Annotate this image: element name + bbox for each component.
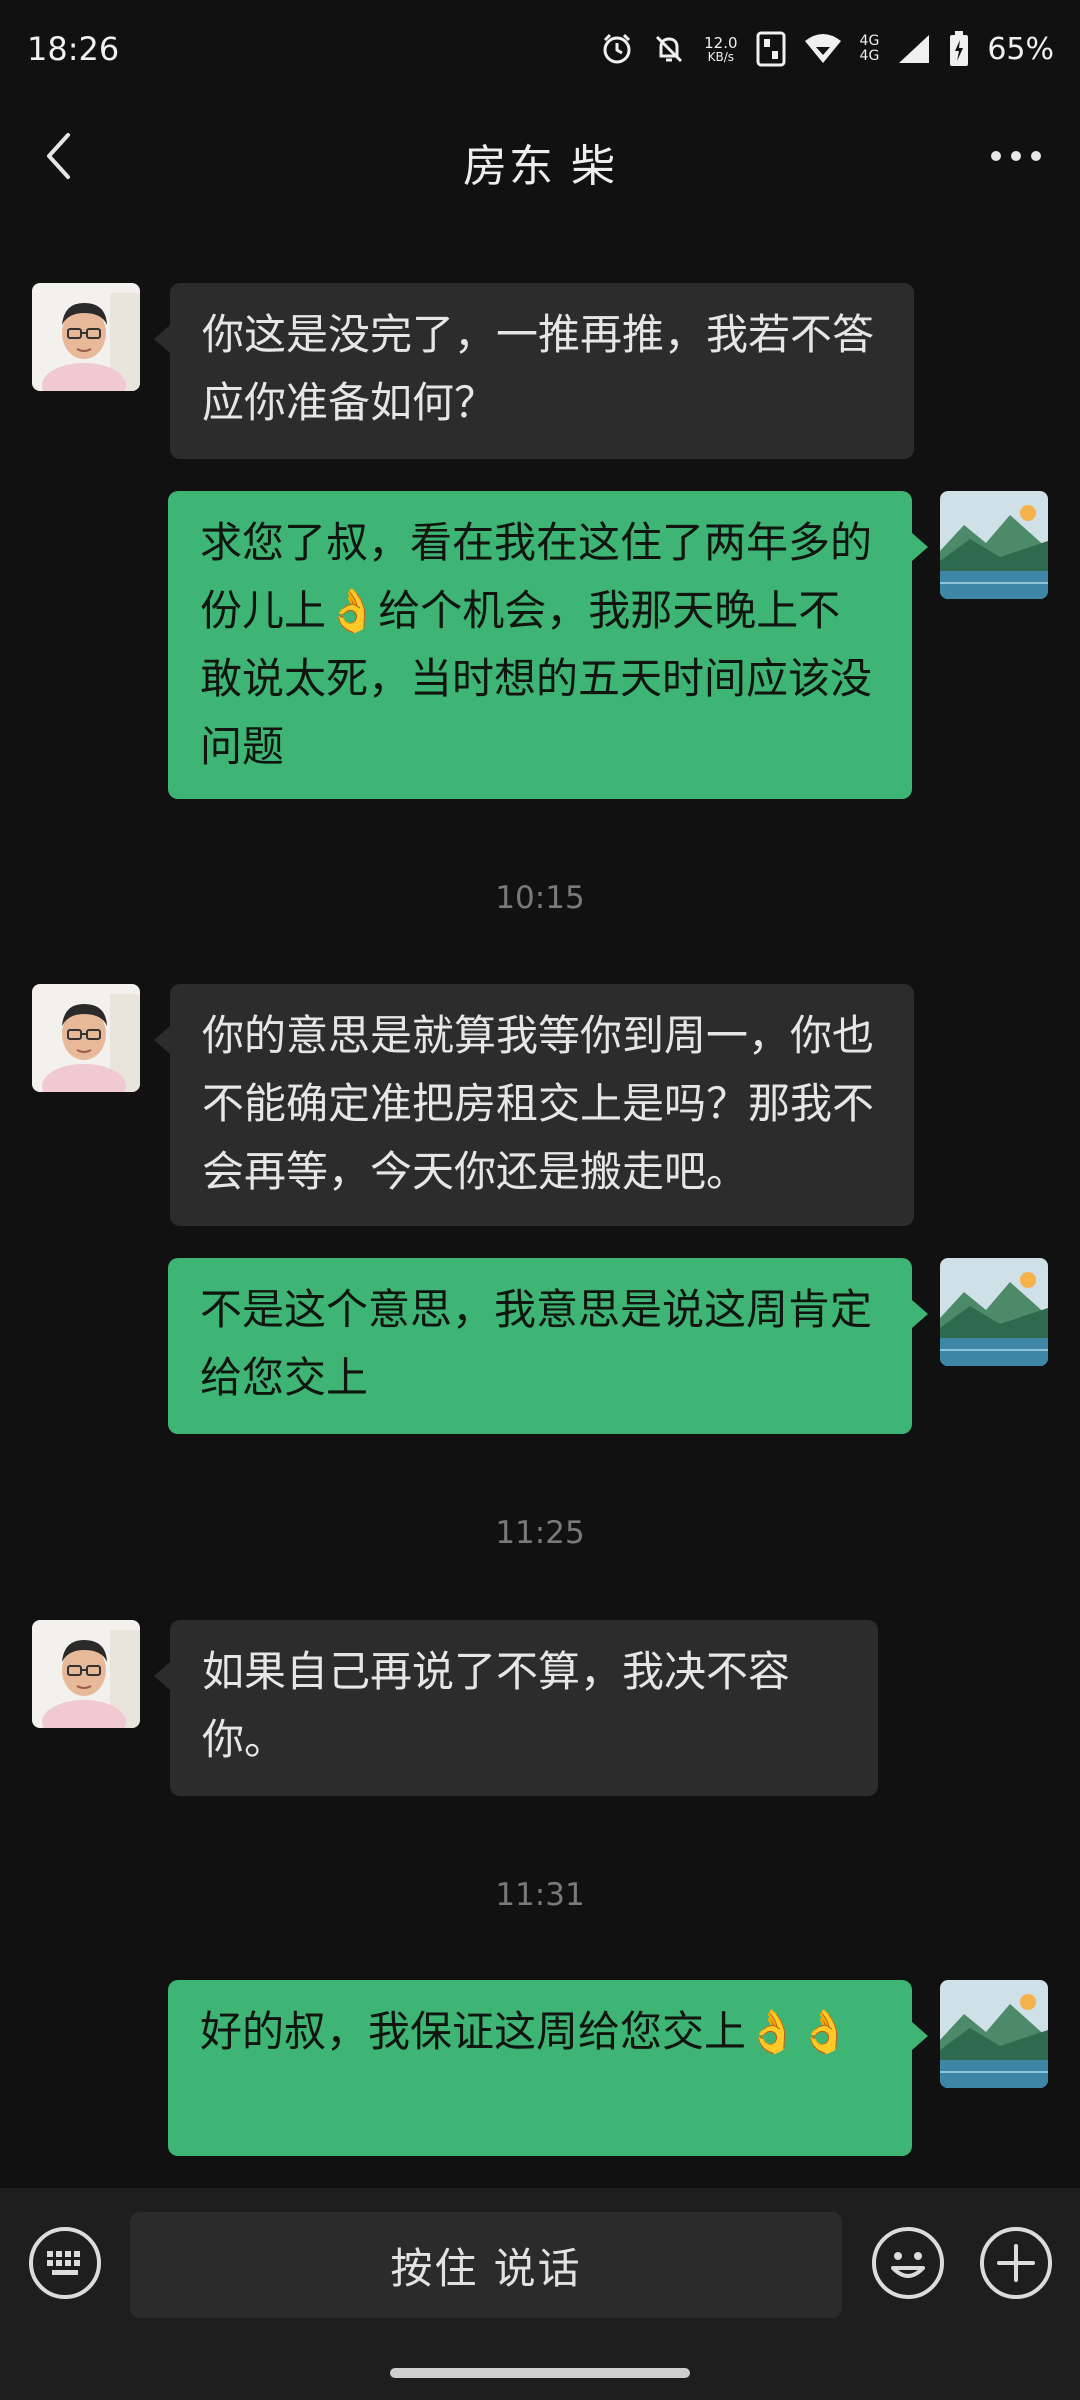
message-bubble-incoming[interactable]: 你这是没完了，一推再推，我若不答应你准备如何？ [154, 283, 914, 459]
person-avatar-icon [32, 1620, 140, 1728]
keyboard-icon [29, 2227, 101, 2299]
signal-label-bottom: 4G [859, 48, 880, 64]
navigation-area [0, 2338, 1080, 2400]
person-avatar-icon [32, 984, 140, 1092]
home-indicator[interactable] [390, 2368, 690, 2378]
message-bubble-incoming[interactable]: 如果自己再说了不算，我决不容你。 [154, 1620, 878, 1796]
network-speed: 12.0 KB/s [704, 33, 738, 64]
message-text: 如果自己再说了不算，我决不容你。 [202, 1647, 791, 1764]
message-timestamp: 11:25 [495, 1515, 585, 1551]
message-text: 好的叔，我保证这周给您交上👌👌 [200, 2007, 851, 2056]
hold-to-talk-button[interactable]: 按住 说话 [130, 2212, 842, 2318]
message-text: 不是这个意思，我意思是说这周肯定给您交上 [200, 1285, 873, 1402]
message-text: 你的意思是就算我等你到周一，你也不能确定准把房租交上是吗？那我不会再等，今天你还… [202, 1011, 875, 1196]
more-dots-icon [991, 151, 1041, 161]
emoji-button[interactable] [871, 2226, 945, 2300]
my-avatar[interactable] [940, 1980, 1048, 2088]
person-avatar-icon [32, 283, 140, 391]
message-bubble-incoming[interactable]: 你的意思是就算我等你到周一，你也不能确定准把房租交上是吗？那我不会再等，今天你还… [154, 984, 914, 1226]
message-text: 你这是没完了，一推再推，我若不答应你准备如何？ [202, 310, 875, 427]
signal-label-top: 4G [859, 33, 880, 50]
keyboard-toggle-button[interactable] [28, 2226, 102, 2300]
status-icons: 12.0 KB/s 4G 4G 65% [600, 26, 1054, 72]
landscape-avatar-icon [940, 1980, 1048, 2088]
cell-signal-icon [899, 35, 930, 63]
network-speed-unit: KB/s [707, 49, 735, 64]
wifi-icon [804, 34, 841, 63]
more-functions-button[interactable] [979, 2226, 1053, 2300]
network-speed-value: 12.0 [704, 33, 738, 52]
alarm-icon [603, 33, 631, 64]
message-text: 求您了叔，看在我在这住了两年多的份儿上👌给个机会，我那天晚上不敢说太死，当时想的… [200, 518, 873, 771]
landlord-avatar[interactable] [32, 984, 140, 1092]
chat-header: 房东 柴 [0, 110, 1080, 200]
more-button[interactable] [986, 134, 1046, 178]
battery-icon [950, 31, 969, 66]
status-bar: 18:26 12.0 KB/s 4G 4G 65% [0, 0, 1080, 100]
nfc-icon [756, 31, 786, 67]
message-bubble-outgoing[interactable]: 不是这个意思，我意思是说这周肯定给您交上 [168, 1258, 928, 1434]
battery-level: 65% [987, 31, 1054, 67]
emoji-icon [872, 2227, 944, 2299]
message-bubble-outgoing[interactable]: 好的叔，我保证这周给您交上👌👌 [168, 1980, 928, 2156]
my-avatar[interactable] [940, 491, 1048, 599]
plus-icon [980, 2227, 1052, 2299]
status-time: 18:26 [27, 30, 120, 68]
landscape-avatar-icon [940, 491, 1048, 599]
landlord-avatar[interactable] [32, 283, 140, 391]
my-avatar[interactable] [940, 1258, 1048, 1366]
message-timestamp: 11:31 [495, 1877, 585, 1913]
hold-to-talk-label: 按住 说话 [390, 2243, 582, 2293]
message-timestamp: 10:15 [495, 880, 585, 916]
chat-title: 房东 柴 [463, 141, 617, 192]
chat-screen: 18:26 12.0 KB/s 4G 4G 65% 房东 柴 你这是没完了，一推… [0, 0, 1080, 2400]
signal-labels: 4G 4G [860, 34, 880, 63]
message-bubble-outgoing[interactable]: 求您了叔，看在我在这住了两年多的份儿上👌给个机会，我那天晚上不敢说太死，当时想的… [168, 491, 928, 799]
input-bar: 按住 说话 [0, 2188, 1080, 2338]
landscape-avatar-icon [940, 1258, 1048, 1366]
mute-bell-icon [656, 35, 683, 63]
landlord-avatar[interactable] [32, 1620, 140, 1728]
